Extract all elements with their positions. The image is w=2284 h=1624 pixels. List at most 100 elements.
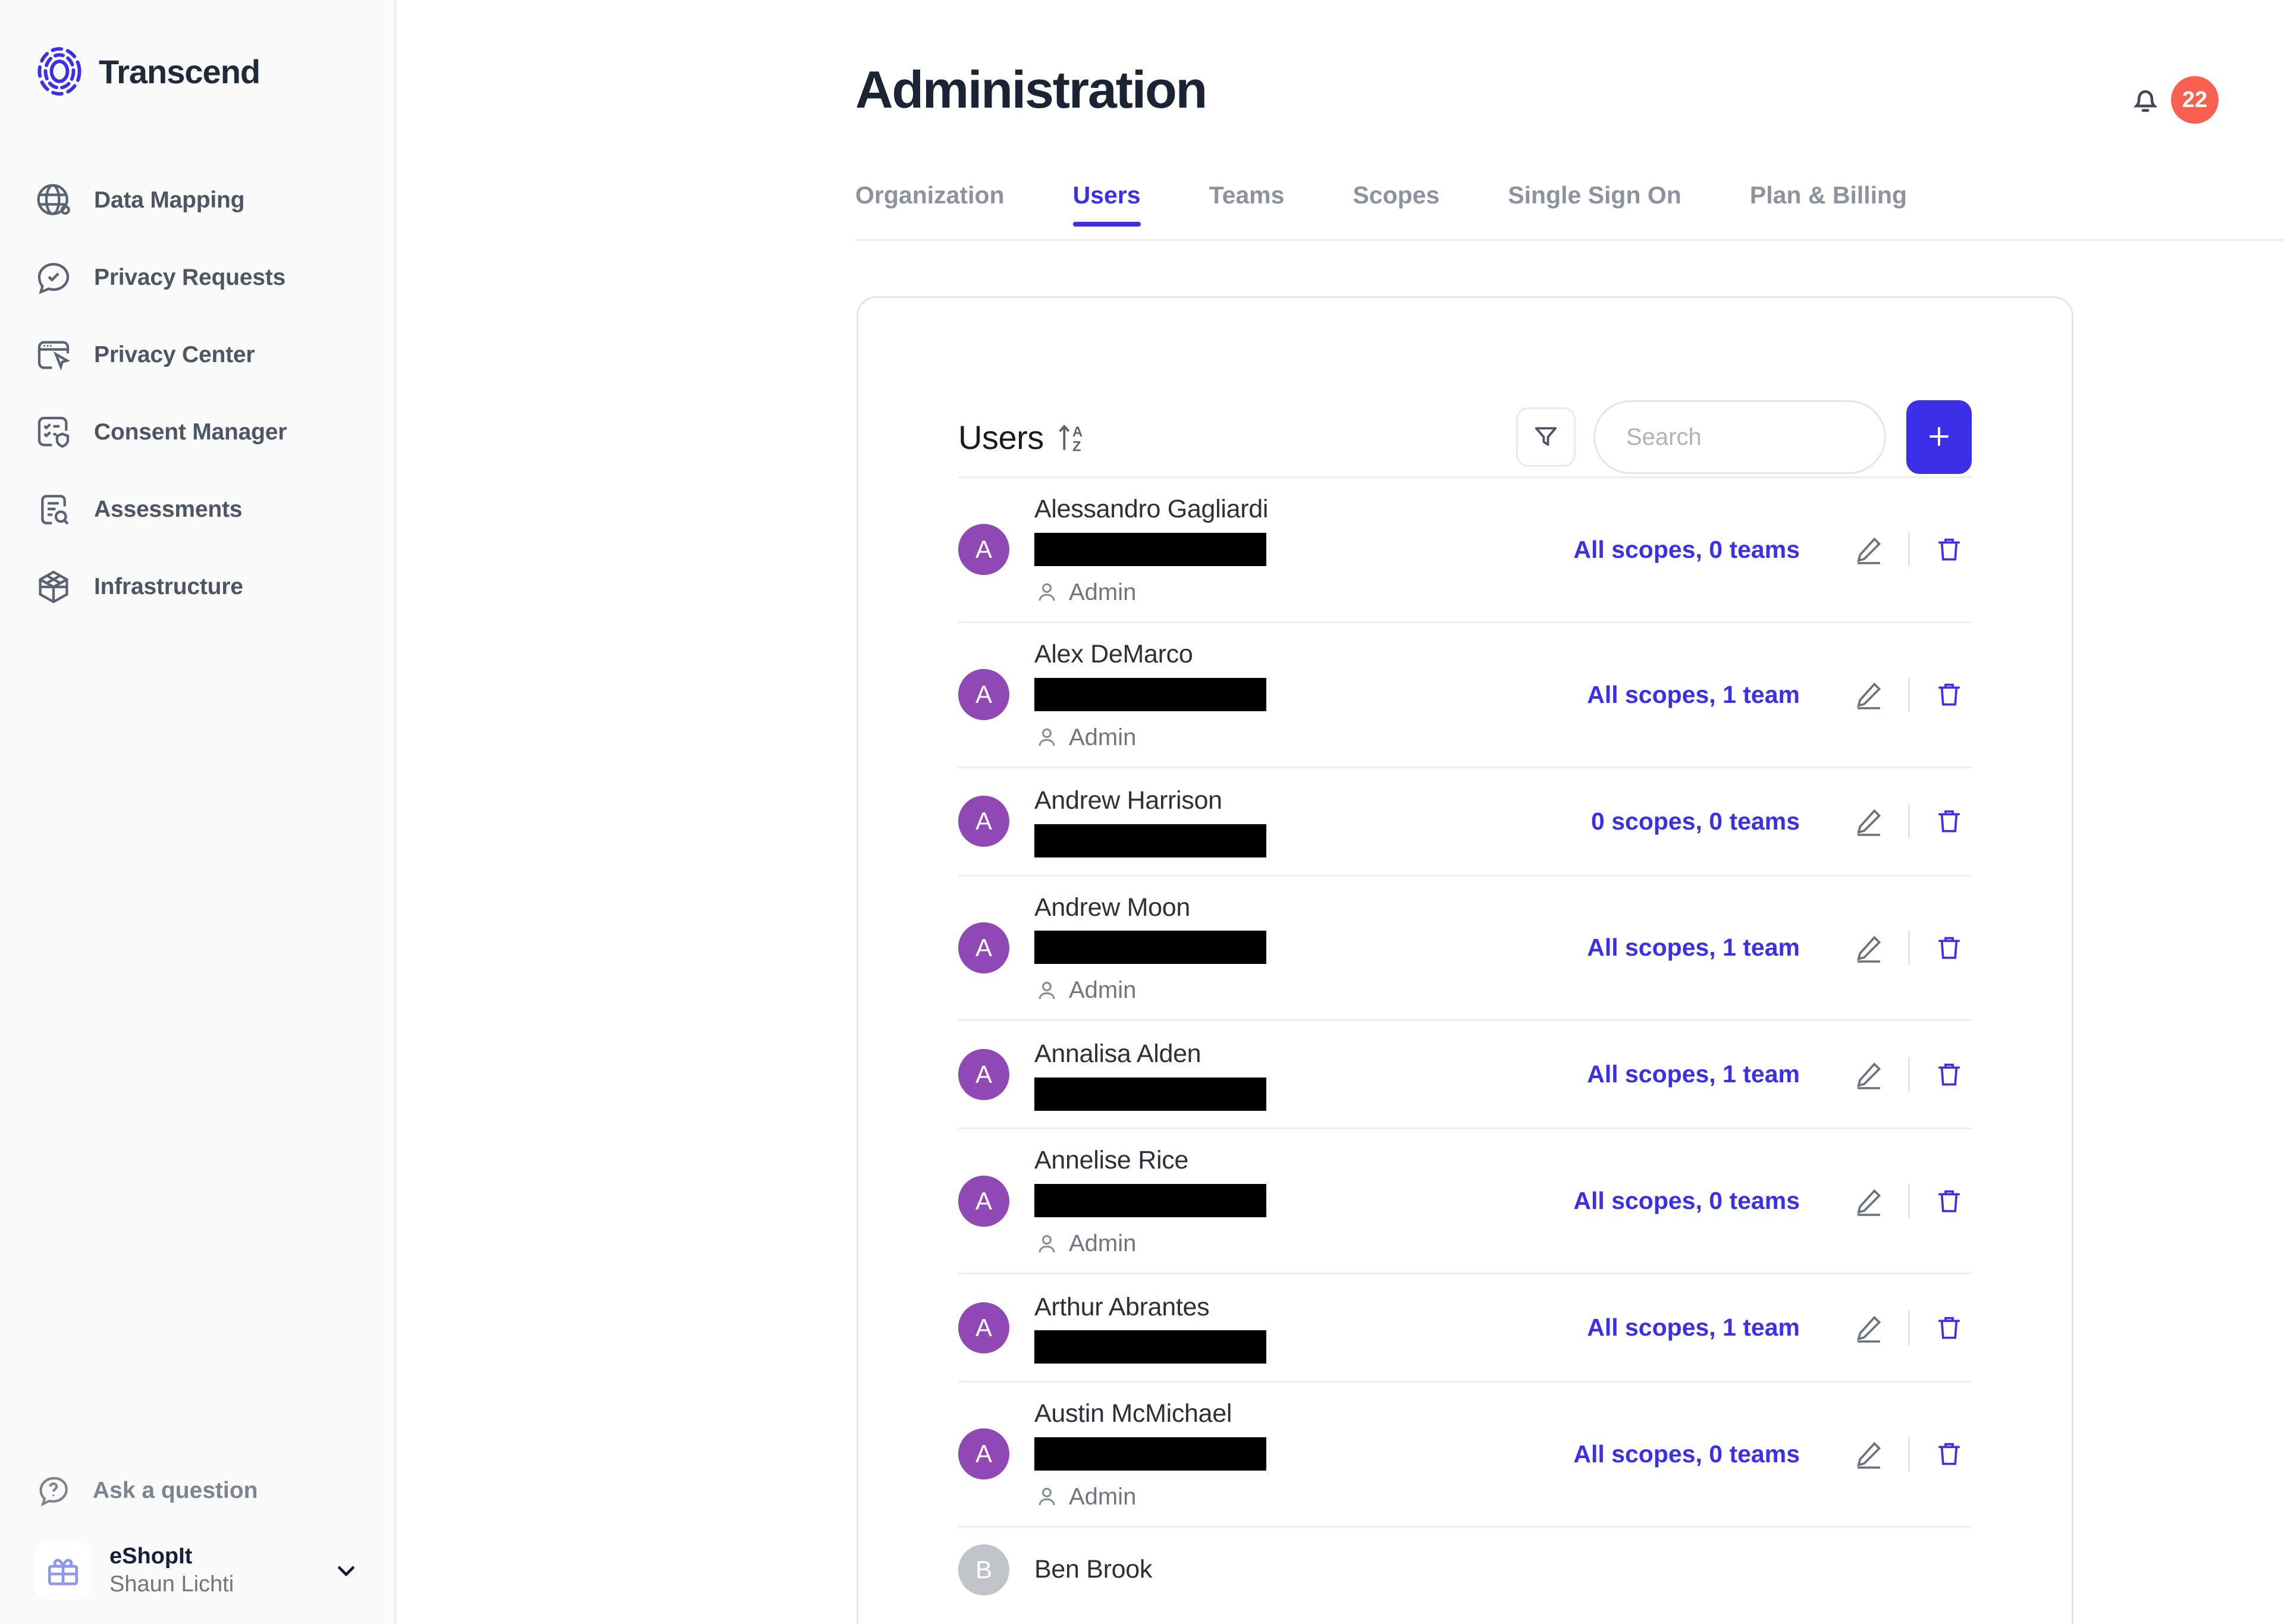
row-actions: [1846, 799, 1972, 844]
search-box[interactable]: [1593, 400, 1886, 474]
edit-user-button[interactable]: [1846, 1305, 1891, 1350]
tab-organization[interactable]: Organization: [855, 181, 1005, 225]
sidebar-item-label: Data Mapping: [94, 187, 244, 213]
table-row[interactable]: A Annelise Rice Admin All scopes, 0 team…: [958, 1127, 1972, 1273]
tab-users[interactable]: Users: [1073, 181, 1141, 225]
sidebar-item-label: Infrastructure: [94, 574, 243, 600]
table-row[interactable]: A Arthur Abrantes All scopes, 1 team: [958, 1273, 1972, 1381]
bell-icon[interactable]: [2128, 83, 2163, 117]
sidebar-item-privacy-requests[interactable]: Privacy Requests: [0, 239, 394, 316]
plus-icon: [1925, 422, 1953, 453]
delete-user-button[interactable]: [1927, 1305, 1972, 1350]
ask-a-question-label: Ask a question: [93, 1478, 258, 1504]
edit-user-button[interactable]: [1846, 799, 1891, 844]
sidebar-item-assessments[interactable]: Assessments: [0, 471, 394, 548]
search-input[interactable]: [1626, 424, 1932, 451]
gift-icon: [34, 1542, 92, 1599]
filter-button[interactable]: [1516, 407, 1576, 467]
divider: [1908, 1437, 1910, 1471]
avatar: A: [958, 796, 1009, 847]
user-email-redacted: [1034, 931, 1266, 964]
tab-teams[interactable]: Teams: [1209, 181, 1285, 225]
avatar: B: [958, 1544, 1009, 1595]
chat-check-icon: [34, 259, 73, 297]
user-info: Alex DeMarco Admin: [1034, 639, 1563, 751]
user-scopes-link[interactable]: All scopes, 0 teams: [1573, 1187, 1800, 1215]
user-name: Annalisa Alden: [1034, 1038, 1563, 1070]
user-scopes-link[interactable]: All scopes, 1 team: [1587, 1060, 1800, 1088]
delete-user-button[interactable]: [1927, 672, 1972, 717]
tab-scopes[interactable]: Scopes: [1353, 181, 1439, 225]
notifications[interactable]: 22: [2128, 76, 2219, 124]
sidebar-item-privacy-center[interactable]: Privacy Center: [0, 316, 394, 394]
person-icon: [1034, 1232, 1059, 1257]
user-scopes-link[interactable]: All scopes, 1 team: [1587, 1314, 1800, 1342]
user-info: Andrew Harrison: [1034, 785, 1567, 857]
avatar: A: [958, 524, 1009, 575]
document-search-icon: [34, 491, 73, 529]
brand[interactable]: Transcend: [0, 0, 394, 96]
table-row[interactable]: A Austin McMichael Admin All scopes, 0 t…: [958, 1381, 1972, 1526]
user-scopes-link[interactable]: All scopes, 0 teams: [1573, 536, 1800, 564]
sort-a-z-ascending-icon[interactable]: A Z: [1057, 419, 1088, 456]
sidebar-nav: Data Mapping Privacy Requests Privacy Ce…: [0, 162, 394, 626]
sidebar: Transcend Data Mapping Privacy Requests …: [0, 0, 396, 1624]
org-switcher[interactable]: eShopIt Shaun Lichti: [0, 1526, 394, 1624]
delete-user-button[interactable]: [1927, 799, 1972, 844]
row-actions: [1846, 1179, 1972, 1224]
table-row[interactable]: A Alessandro Gagliardi Admin All scopes,…: [958, 476, 1972, 621]
edit-user-button[interactable]: [1846, 1179, 1891, 1224]
row-actions: [1846, 527, 1972, 572]
notification-count-badge[interactable]: 22: [2171, 76, 2219, 124]
tab-plan-and-billing[interactable]: Plan & Billing: [1750, 181, 1907, 225]
org-user-name: Shaun Lichti: [109, 1570, 315, 1599]
chevron-down-icon[interactable]: [332, 1557, 360, 1584]
user-scopes-link[interactable]: All scopes, 0 teams: [1573, 1440, 1800, 1468]
user-info: Annelise Rice Admin: [1034, 1145, 1549, 1257]
table-row[interactable]: A Andrew Harrison 0 scopes, 0 teams: [958, 767, 1972, 875]
page-title: Administration: [855, 59, 1206, 120]
delete-user-button[interactable]: [1927, 1052, 1972, 1097]
user-scopes-link[interactable]: All scopes, 1 team: [1587, 681, 1800, 709]
user-role-label: Admin: [1069, 1484, 1136, 1510]
user-info: Andrew Moon Admin: [1034, 892, 1563, 1004]
avatar: A: [958, 1176, 1009, 1227]
edit-user-button[interactable]: [1846, 1052, 1891, 1097]
table-row[interactable]: A Annalisa Alden All scopes, 1 team: [958, 1019, 1972, 1127]
divider: [1908, 677, 1910, 712]
sidebar-item-infrastructure[interactable]: Infrastructure: [0, 548, 394, 626]
ask-a-question-button[interactable]: Ask a question: [0, 1455, 394, 1526]
sidebar-item-data-mapping[interactable]: Data Mapping: [0, 162, 394, 239]
user-scopes-link[interactable]: All scopes, 1 team: [1587, 934, 1800, 962]
delete-user-button[interactable]: [1927, 527, 1972, 572]
row-actions: [1846, 672, 1972, 717]
row-actions: [1846, 1305, 1972, 1350]
main-content: Administration 22 Organization Users Tea…: [396, 0, 2284, 1624]
add-user-button[interactable]: [1906, 400, 1972, 474]
table-row[interactable]: A Andrew Moon Admin All scopes, 1 team: [958, 875, 1972, 1020]
table-row[interactable]: A Alex DeMarco Admin All scopes, 1 team: [958, 621, 1972, 767]
edit-user-button[interactable]: [1846, 1431, 1891, 1477]
avatar: A: [958, 1302, 1009, 1353]
admin-tabs: Organization Users Teams Scopes Single S…: [855, 181, 2284, 241]
sidebar-item-consent-manager[interactable]: Consent Manager: [0, 394, 394, 471]
delete-user-button[interactable]: [1927, 925, 1972, 970]
edit-user-button[interactable]: [1846, 925, 1891, 970]
tab-single-sign-on[interactable]: Single Sign On: [1508, 181, 1681, 225]
user-info: Alessandro Gagliardi Admin: [1034, 494, 1549, 606]
edit-user-button[interactable]: [1846, 672, 1891, 717]
edit-user-button[interactable]: [1846, 527, 1891, 572]
person-icon: [1034, 978, 1059, 1003]
delete-user-button[interactable]: [1927, 1179, 1972, 1224]
user-role-label: Admin: [1069, 579, 1136, 606]
user-info: Arthur Abrantes: [1034, 1292, 1563, 1364]
sidebar-item-label: Consent Manager: [94, 419, 287, 445]
users-card: Users A Z: [857, 296, 2073, 1624]
user-email-redacted: [1034, 1078, 1266, 1111]
user-role-label: Admin: [1069, 977, 1136, 1004]
table-row[interactable]: B Ben Brook: [958, 1526, 1972, 1597]
user-scopes-link[interactable]: 0 scopes, 0 teams: [1591, 808, 1800, 835]
divider: [1908, 1057, 1910, 1092]
delete-user-button[interactable]: [1927, 1431, 1972, 1477]
user-info: Annalisa Alden: [1034, 1038, 1563, 1111]
